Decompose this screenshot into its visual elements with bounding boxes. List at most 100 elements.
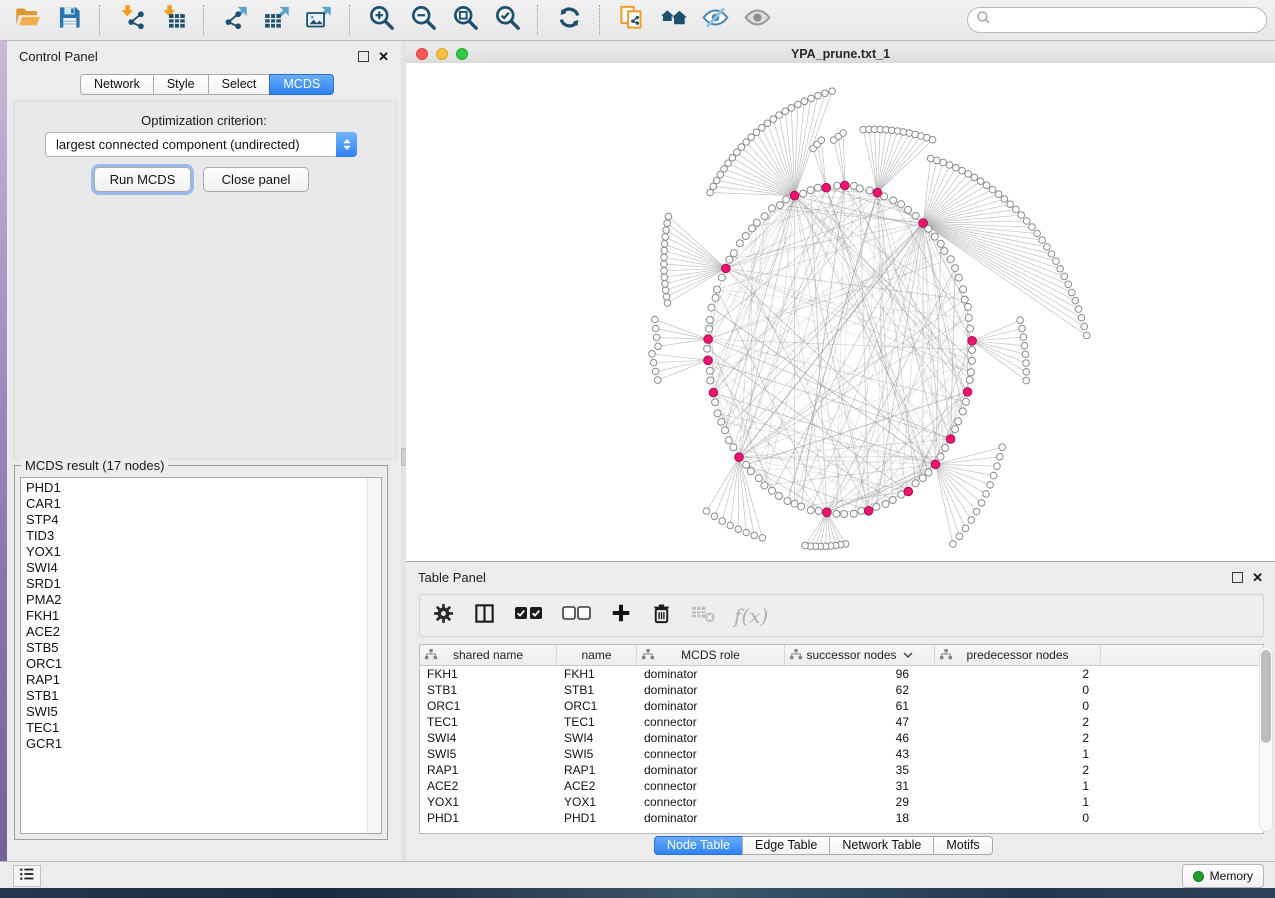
leaf-node[interactable] [764, 120, 771, 127]
mcds-result-item[interactable]: SWI5 [21, 704, 367, 720]
ring-node[interactable] [873, 503, 880, 510]
leaf-node[interactable] [650, 359, 657, 366]
leaf-node[interactable] [1083, 332, 1090, 339]
leaf-node[interactable] [653, 334, 660, 341]
mcds-node[interactable] [946, 435, 955, 444]
mcds-node[interactable] [919, 219, 928, 228]
ring-node[interactable] [942, 444, 949, 451]
select-all-columns-button[interactable] [514, 605, 544, 626]
leaf-node[interactable] [1072, 297, 1079, 304]
leaf-node[interactable] [665, 213, 672, 220]
ring-node[interactable] [833, 510, 840, 517]
table-scrollbar[interactable] [1259, 646, 1273, 832]
network-canvas[interactable] [406, 63, 1275, 561]
zoom-selected-button[interactable] [490, 4, 524, 36]
ring-node[interactable] [768, 205, 775, 212]
ring-node[interactable] [722, 427, 729, 434]
ring-node[interactable] [769, 487, 776, 494]
close-panel-icon[interactable]: ✕ [378, 50, 389, 63]
ring-node[interactable] [775, 493, 782, 500]
leaf-node[interactable] [655, 343, 662, 350]
tab-style[interactable]: Style [153, 74, 209, 95]
mcds-result-item[interactable]: PMA2 [21, 592, 367, 608]
column-header-name[interactable]: name [557, 645, 637, 665]
show-all-button[interactable] [740, 4, 774, 36]
leaf-node[interactable] [652, 316, 659, 323]
leaf-node[interactable] [1021, 342, 1028, 349]
leaf-node[interactable] [956, 533, 963, 540]
show-panels-button[interactable] [13, 865, 41, 887]
leaf-node[interactable] [934, 157, 941, 164]
ring-node[interactable] [718, 418, 725, 425]
leaf-node[interactable] [727, 522, 734, 529]
ring-node[interactable] [968, 357, 975, 364]
ring-node[interactable] [783, 196, 790, 203]
close-panel-button[interactable]: Close panel [203, 167, 309, 192]
zoom-out-button[interactable] [406, 4, 440, 36]
tab-select[interactable]: Select [208, 74, 271, 95]
leaf-node[interactable] [661, 247, 668, 254]
leaf-node[interactable] [759, 535, 766, 542]
leaf-node[interactable] [994, 463, 1001, 470]
mcds-node[interactable] [968, 337, 977, 346]
deselect-all-columns-button[interactable] [562, 605, 592, 626]
leaf-node[interactable] [663, 227, 670, 234]
leaf-node[interactable] [815, 92, 822, 99]
leaf-node[interactable] [661, 274, 668, 281]
ring-node[interactable] [966, 376, 973, 383]
ring-node[interactable] [784, 498, 791, 505]
leaf-node[interactable] [1048, 251, 1055, 258]
leaf-node[interactable] [751, 532, 758, 539]
leaf-node[interactable] [983, 491, 990, 498]
ring-node[interactable] [747, 468, 754, 475]
float-panel-icon[interactable] [1232, 572, 1243, 583]
ring-node[interactable] [955, 274, 962, 281]
ring-node[interactable] [725, 437, 732, 444]
leaf-node[interactable] [1023, 369, 1030, 376]
leaf-node[interactable] [965, 171, 972, 178]
leaf-node[interactable] [950, 541, 957, 548]
leaf-node[interactable] [1020, 334, 1027, 341]
duplicate-network-button[interactable] [614, 4, 648, 36]
hide-selected-button[interactable] [698, 4, 732, 36]
ring-node[interactable] [925, 469, 932, 476]
search-input[interactable] [967, 7, 1267, 33]
column-header-MCDS-role[interactable]: MCDS role [637, 645, 785, 665]
ring-node[interactable] [912, 480, 919, 487]
leaf-node[interactable] [829, 88, 836, 95]
mcds-result-item[interactable]: SRD1 [21, 576, 367, 592]
mcds-result-item[interactable]: SWI4 [21, 560, 367, 576]
ring-node[interactable] [960, 286, 967, 293]
mcds-result-item[interactable]: GCR1 [21, 736, 367, 752]
ring-node[interactable] [967, 369, 974, 376]
ring-node[interactable] [856, 185, 863, 192]
ring-node[interactable] [761, 213, 768, 220]
mcds-result-item[interactable]: TEC1 [21, 720, 367, 736]
ring-node[interactable] [706, 317, 713, 324]
mcds-list-scrollbar[interactable] [367, 478, 381, 833]
leaf-node[interactable] [1013, 206, 1020, 213]
leaf-node[interactable] [711, 513, 718, 520]
table-row[interactable]: FKH1FKH1dominator962 [420, 666, 1263, 682]
ring-node[interactable] [761, 482, 768, 489]
ring-node[interactable] [730, 250, 737, 257]
mcds-result-item[interactable]: TID3 [21, 528, 367, 544]
ring-node[interactable] [919, 475, 926, 482]
leaf-node[interactable] [946, 162, 953, 169]
leaf-node[interactable] [987, 482, 994, 489]
leaf-node[interactable] [968, 517, 975, 524]
ring-node[interactable] [807, 187, 814, 194]
column-header-predecessor-nodes[interactable]: predecessor nodes [935, 645, 1101, 665]
ring-node[interactable] [814, 184, 821, 191]
mcds-node[interactable] [822, 183, 831, 192]
ring-node[interactable] [898, 201, 905, 208]
leaf-node[interactable] [795, 101, 802, 108]
zoom-fit-button[interactable] [448, 4, 482, 36]
leaf-node[interactable] [989, 186, 996, 193]
mcds-result-item[interactable]: STB5 [21, 640, 367, 656]
leaf-node[interactable] [940, 159, 947, 166]
ring-node[interactable] [952, 265, 959, 272]
leaf-node[interactable] [788, 105, 795, 112]
ring-node[interactable] [969, 347, 976, 354]
table-row[interactable]: SWI5SWI5connector431 [420, 746, 1263, 762]
